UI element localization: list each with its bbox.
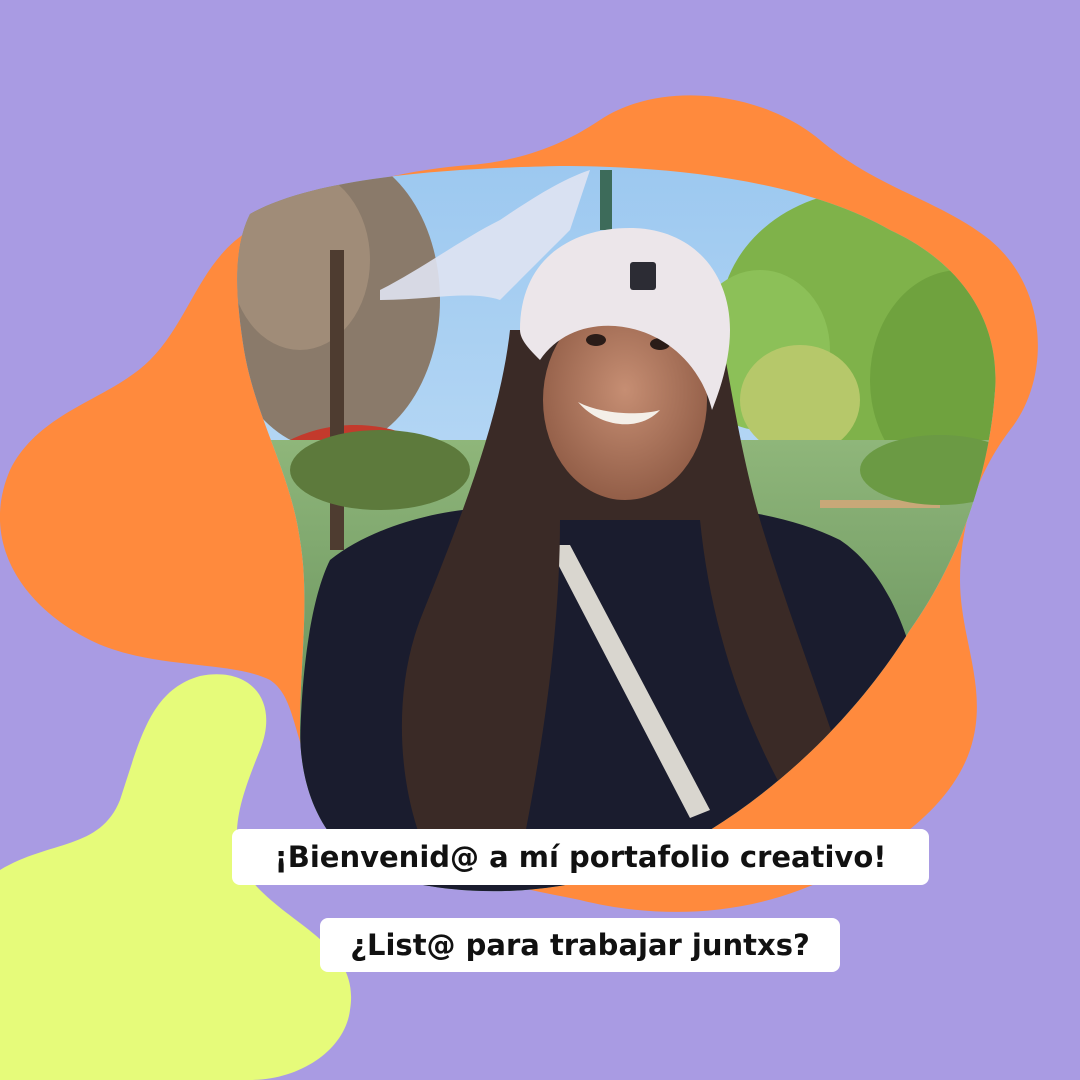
welcome-caption: ¡Bienvenid@ a mí portafolio creativo! [232, 829, 929, 885]
question-caption: ¿List@ para trabajar juntxs? [320, 918, 840, 972]
portfolio-welcome-graphic: ¡Bienvenid@ a mí portafolio creativo! ¿L… [0, 0, 1080, 1080]
